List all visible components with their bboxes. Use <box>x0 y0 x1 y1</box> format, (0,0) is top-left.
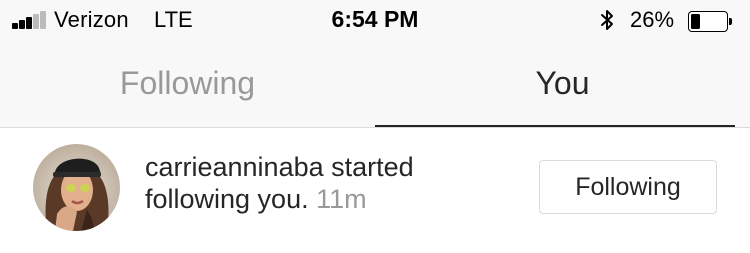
user-avatar[interactable] <box>33 144 120 231</box>
notification-text: carrieanninaba started following you. 11… <box>145 151 525 215</box>
tab-you[interactable]: You <box>375 40 750 126</box>
battery-percentage: 26% <box>630 7 675 32</box>
avatar-image <box>33 144 120 231</box>
following-button[interactable]: Following <box>539 160 717 214</box>
notification-timestamp: 11m <box>316 184 367 214</box>
battery-fill <box>691 14 700 29</box>
activity-tabs: Following You <box>0 40 750 128</box>
battery-icon <box>688 11 732 32</box>
tab-following[interactable]: Following <box>0 40 375 126</box>
bluetooth-icon <box>601 10 613 30</box>
notification-row[interactable]: carrieanninaba started following you. 11… <box>0 128 750 253</box>
status-bar: Verizon LTE 6:54 PM 26% <box>0 0 750 40</box>
username-link[interactable]: carrieanninaba <box>145 152 324 182</box>
